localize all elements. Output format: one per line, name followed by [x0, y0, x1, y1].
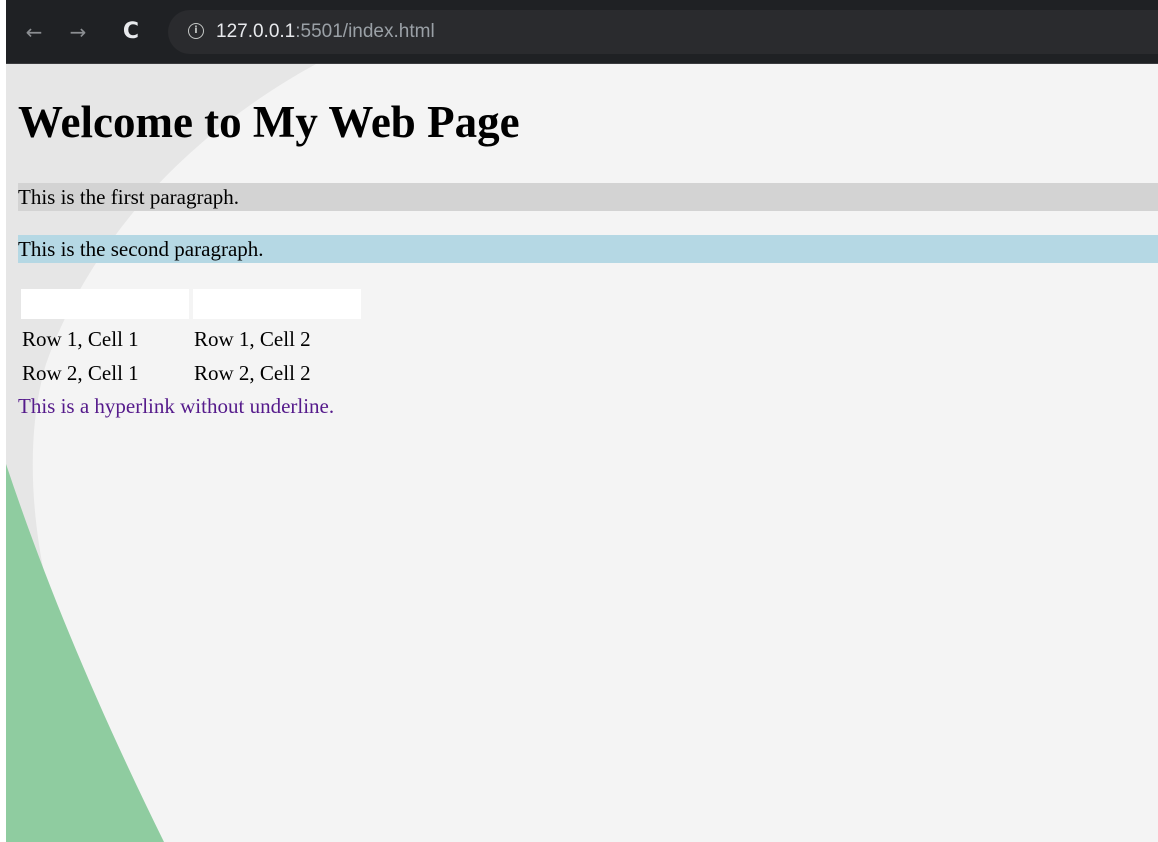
table-cell: Row 1, Cell 1 [22, 327, 139, 351]
table-cell: Row 1, Cell 2 [194, 327, 311, 351]
table-cell: Row 2, Cell 2 [194, 361, 311, 385]
page-viewport: Welcome to My Web Page This is the first… [6, 64, 1158, 842]
browser-window: ← → C i 127.0.0.1:5501/index.html Welcom… [6, 0, 1158, 842]
second-paragraph: This is the second paragraph. [18, 235, 1158, 263]
background-artwork [6, 64, 316, 842]
url-host: 127.0.0.1 [216, 21, 296, 42]
url-text[interactable]: 127.0.0.1:5501/index.html [216, 20, 435, 44]
back-arrow-icon[interactable]: ← [20, 16, 48, 48]
first-paragraph: This is the first paragraph. [18, 183, 1158, 211]
reload-icon[interactable]: C [117, 16, 145, 48]
table-header-cell [21, 289, 189, 319]
forward-arrow-icon[interactable]: → [64, 16, 92, 48]
hyperlink[interactable]: This is a hyperlink without underline. [18, 392, 334, 420]
address-bar[interactable]: i 127.0.0.1:5501/index.html [168, 10, 1158, 54]
table-cell: Row 2, Cell 1 [22, 361, 139, 385]
table-header-cell [193, 289, 361, 319]
url-path: :5501/index.html [295, 21, 435, 42]
browser-toolbar: ← → C i 127.0.0.1:5501/index.html [6, 0, 1158, 64]
site-info-icon[interactable]: i [188, 23, 204, 39]
page-title: Welcome to My Web Page [18, 97, 520, 147]
